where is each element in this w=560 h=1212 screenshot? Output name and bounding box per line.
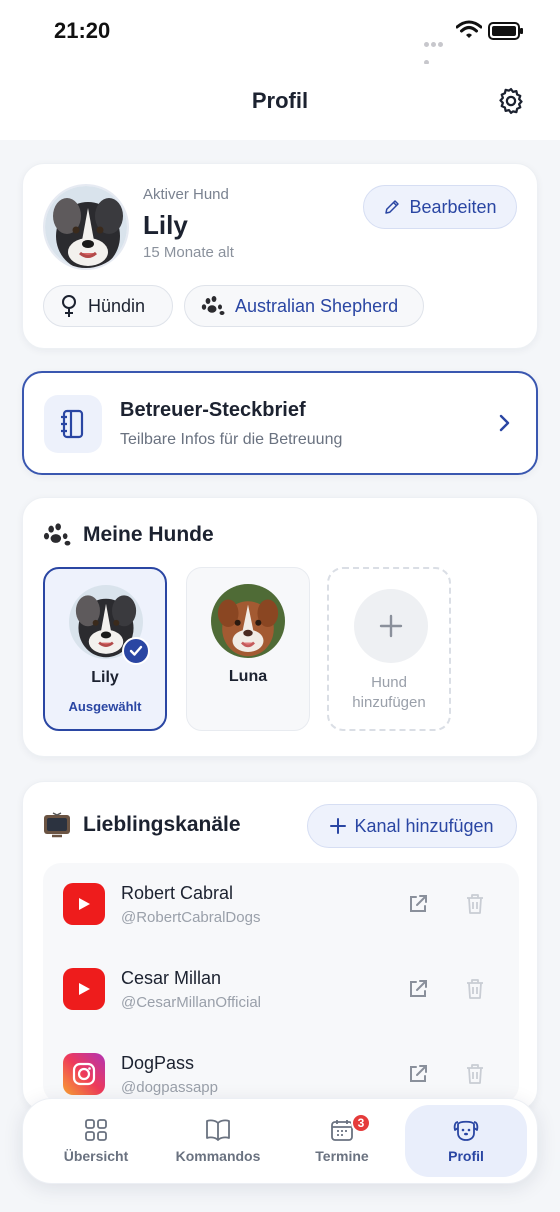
nav-tab-profile[interactable]: Profil: [405, 1105, 527, 1177]
add-channel-label: Kanal hinzufügen: [354, 815, 494, 836]
female-icon: [62, 295, 76, 317]
dog-tile-status: Ausgewählt: [68, 699, 142, 714]
external-link-icon[interactable]: [407, 1063, 429, 1085]
channel-handle: @CesarMillanOfficial: [121, 994, 261, 1011]
steckbrief-title: Betreuer-Steckbrief: [120, 399, 306, 421]
nav-tab-overview[interactable]: Übersicht: [35, 1105, 157, 1177]
dog-tile-lily[interactable]: Lily Ausgewählt: [43, 567, 167, 731]
book-icon: [206, 1119, 230, 1141]
plus-icon: [330, 818, 347, 834]
dog-avatar: [43, 184, 129, 270]
nav-tab-appointments[interactable]: Termine 3: [281, 1105, 403, 1177]
battery-icon: [488, 22, 523, 40]
dog-avatar: [211, 584, 285, 658]
add-dog-label-line2: hinzufügen: [352, 694, 426, 711]
external-link-icon[interactable]: [407, 978, 429, 1000]
check-icon: [122, 637, 150, 665]
app-header: Profil: [0, 64, 560, 140]
trash-icon[interactable]: [465, 1063, 485, 1085]
nav-label: Termine: [315, 1148, 369, 1164]
dog-tile-name: Luna: [228, 668, 268, 685]
channel-list: Robert Cabral @RobertCabralDogs Cesar Mi…: [43, 863, 519, 1103]
channel-row[interactable]: DogPass @dogpassapp: [43, 1033, 519, 1103]
dog-tile-name: Lily: [91, 669, 119, 686]
gender-chip: Hündin: [43, 285, 173, 327]
my-dogs-card: Meine Hunde Lily Ausgewählt Luna Hund hi…: [22, 497, 538, 757]
chevron-right-icon: [499, 414, 510, 432]
bottom-navigation: Übersicht Kommandos Termine 3 Profil: [22, 1098, 538, 1184]
steckbrief-subtitle: Teilbare Infos für die Betreuung: [120, 431, 343, 448]
dog-age: 15 Monate alt: [143, 244, 234, 261]
grid-icon: [85, 1119, 107, 1141]
edit-button-label: Bearbeiten: [409, 196, 497, 217]
dog-face-icon: [453, 1120, 479, 1141]
notification-badge: 3: [351, 1113, 371, 1133]
plus-icon: [354, 589, 428, 663]
signal-dots-icon: [424, 34, 450, 65]
my-dogs-title: Meine Hunde: [83, 523, 214, 546]
external-link-icon[interactable]: [407, 893, 429, 915]
page-title: Profil: [251, 88, 309, 113]
tv-icon: [44, 812, 70, 838]
edit-button[interactable]: Bearbeiten: [363, 185, 517, 229]
youtube-icon: [63, 968, 105, 1010]
active-dog-card: Aktiver Hund Lily 15 Monate alt Bearbeit…: [22, 163, 538, 349]
my-dogs-header: Meine Hunde: [43, 522, 214, 548]
add-dog-label: Hund hinzufügen: [329, 673, 449, 713]
dog-tile-luna[interactable]: Luna: [186, 567, 310, 731]
dog-name: Lily: [143, 210, 188, 240]
wifi-icon: [456, 20, 482, 38]
breed-label: Australian Shepherd: [235, 295, 399, 316]
channel-name: Cesar Millan: [121, 968, 222, 988]
channel-handle: @RobertCabralDogs: [121, 909, 261, 926]
trash-icon[interactable]: [465, 893, 485, 915]
channel-row[interactable]: Cesar Millan @CesarMillanOfficial: [43, 948, 519, 1032]
add-dog-tile[interactable]: Hund hinzufügen: [327, 567, 451, 731]
channel-handle: @dogpassapp: [121, 1079, 218, 1096]
paw-icon: [201, 296, 225, 315]
channels-header: Lieblingskanäle: [43, 812, 241, 838]
status-time: 21:20: [54, 18, 111, 43]
add-channel-button[interactable]: Kanal hinzufügen: [307, 804, 517, 848]
add-dog-label-line1: Hund: [371, 674, 407, 691]
channels-title: Lieblingskanäle: [83, 813, 241, 836]
favorite-channels-card: Lieblingskanäle Kanal hinzufügen Robert …: [22, 781, 538, 1111]
status-bar: 21:20: [0, 0, 560, 65]
nav-label: Profil: [448, 1148, 484, 1164]
channel-name: DogPass: [121, 1053, 195, 1073]
youtube-icon: [63, 883, 105, 925]
channel-name: Robert Cabral: [121, 883, 234, 903]
nav-tab-commands[interactable]: Kommandos: [157, 1105, 279, 1177]
instagram-icon: [63, 1053, 105, 1095]
notebook-icon: [44, 395, 102, 453]
nav-label: Übersicht: [63, 1148, 129, 1164]
paw-icon: [43, 523, 71, 546]
steckbrief-card[interactable]: Betreuer-Steckbrief Teilbare Infos für d…: [22, 371, 538, 475]
gender-label: Hündin: [88, 295, 146, 316]
gear-icon[interactable]: [496, 86, 526, 116]
active-dog-label: Aktiver Hund: [143, 186, 229, 203]
channel-row[interactable]: Robert Cabral @RobertCabralDogs: [43, 863, 519, 947]
pencil-icon: [385, 200, 400, 214]
trash-icon[interactable]: [465, 978, 485, 1000]
breed-chip: Australian Shepherd: [184, 285, 424, 327]
nav-label: Kommandos: [175, 1148, 261, 1164]
